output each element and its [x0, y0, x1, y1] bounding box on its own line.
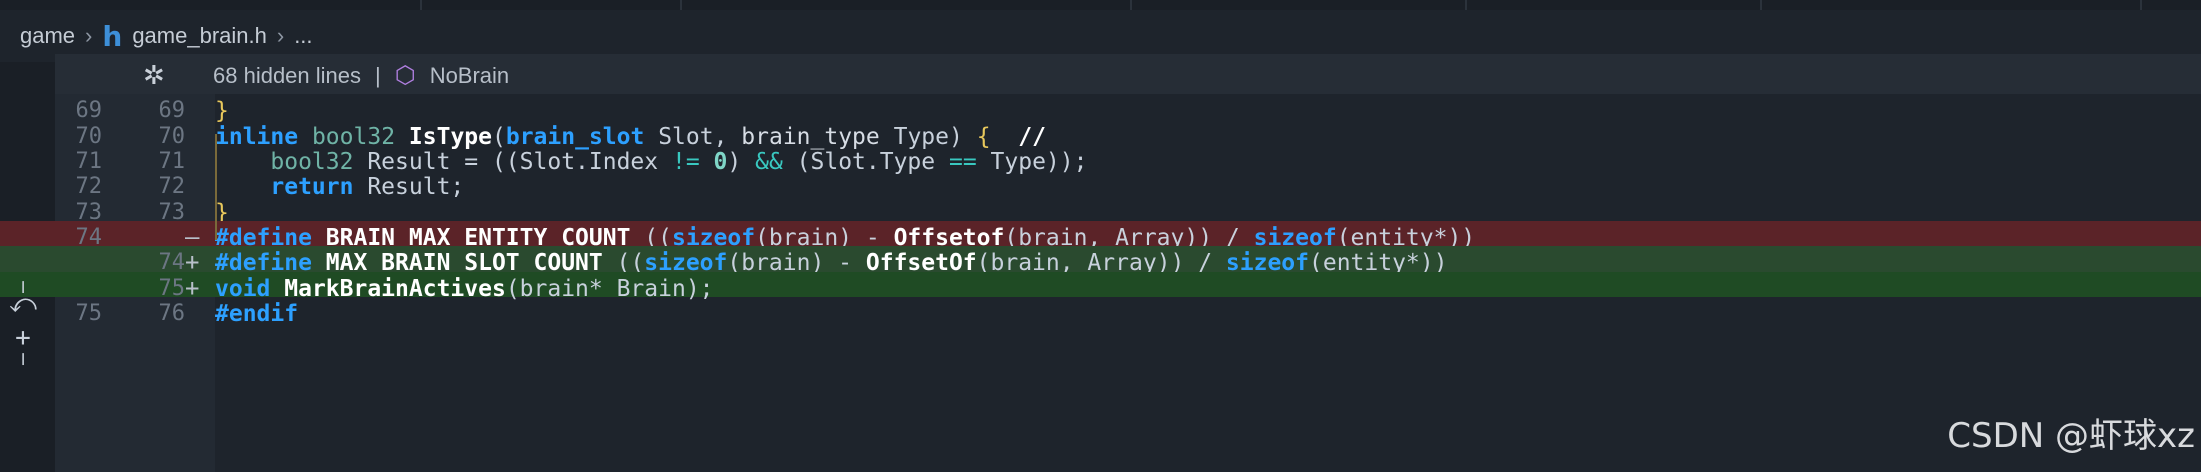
diff-line[interactable]: 75 76 #endif [0, 297, 2201, 333]
breadcrumb-file[interactable]: game_brain.h [132, 23, 267, 49]
diff-line[interactable]: 71 71 bool32 Result = ((Slot.Index != 0) … [0, 145, 2201, 175]
diff-line[interactable]: 75 + void MarkBrainActives(brain* Brain); [0, 272, 2201, 302]
tab-divider [1130, 0, 1132, 10]
diff-line[interactable]: 72 72 return Result; [0, 170, 2201, 200]
diff-line[interactable]: 74— #define BRAIN_MAX_ENTITY_COUNT ((size… [0, 221, 2201, 251]
tab-divider [1760, 0, 1762, 10]
old-line-number: 75 [75, 301, 103, 326]
tab-divider [680, 0, 682, 10]
new-line-number: 76 [158, 301, 186, 326]
cube-icon: ⬡ [394, 62, 416, 89]
breadcrumb-folder[interactable]: game [20, 23, 75, 49]
tab-divider [2140, 0, 2142, 10]
tab-divider [1465, 0, 1467, 10]
tab-strip [0, 0, 2201, 10]
indent-guide [215, 134, 217, 240]
gutter-line-marker: ╵ [16, 353, 30, 377]
hidden-lines-divider: | [375, 62, 381, 88]
code-text[interactable]: #endif [215, 301, 298, 327]
hidden-lines-count[interactable]: 68 hidden lines [213, 63, 361, 89]
breadcrumb-more[interactable]: ... [294, 23, 312, 49]
hidden-lines-bar[interactable]: ✲ 68 hidden lines | ⬡ NoBrain [55, 54, 2201, 94]
unfold-icon[interactable]: ✲ [143, 60, 165, 91]
header-file-icon: h [102, 19, 123, 53]
symbol-name[interactable]: NoBrain [430, 63, 509, 89]
diff-line[interactable]: 69 69} [0, 94, 2201, 124]
diff-line[interactable]: 73 73} [0, 196, 2201, 226]
stage-icon[interactable]: + [8, 323, 38, 353]
diff-line[interactable]: 74 + #define MAX_BRAIN_SLOT_COUNT ((sizeof… [0, 246, 2201, 276]
watermark: CSDN @虾球xz [1947, 416, 2195, 456]
revert-icon[interactable]: ⤺ [8, 289, 38, 320]
diff-line[interactable]: 70 70 inline bool32 IsType(brain_slot Slot… [0, 120, 2201, 150]
tab-divider [420, 0, 422, 10]
chevron-right-icon: › [85, 23, 93, 48]
chevron-right-icon: › [276, 23, 285, 48]
